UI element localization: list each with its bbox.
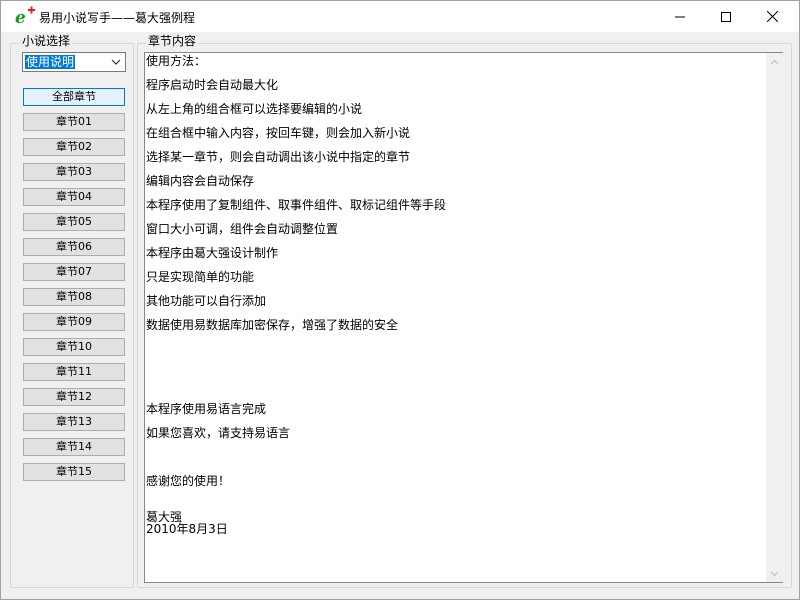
scroll-down-button[interactable] xyxy=(766,565,783,582)
content-line: 在组合框中输入内容，按回车键，则会加入新小说 xyxy=(146,126,411,140)
content-line: 只是实现简单的功能 xyxy=(146,270,255,284)
chapter-button[interactable]: 章节11 xyxy=(23,363,125,381)
novel-select-label: 小说选择 xyxy=(20,34,73,48)
chapter-button[interactable]: 章节14 xyxy=(23,438,125,456)
content-line: 编辑内容会自动保存 xyxy=(146,174,255,188)
maximize-button[interactable] xyxy=(703,1,749,32)
title-bar[interactable]: e 易用小说写手——葛大强例程 xyxy=(1,1,799,32)
scroll-up-button[interactable] xyxy=(766,53,783,70)
chapter-button[interactable]: 章节04 xyxy=(23,188,125,206)
minimize-icon xyxy=(675,16,685,17)
chapter-button[interactable]: 章节09 xyxy=(23,313,125,331)
content-line: 其他功能可以自行添加 xyxy=(146,294,267,308)
content-line: 本程序使用了复制组件、取事件组件、取标记组件等手段 xyxy=(146,198,447,212)
chapter-content-textarea[interactable]: 使用方法： 程序启动时会自动最大化 从左上角的组合框可以选择要编辑的小说 在组合… xyxy=(144,52,783,583)
chapter-button[interactable]: 章节13 xyxy=(23,413,125,431)
chapter-button[interactable]: 章节06 xyxy=(23,238,125,256)
chapter-content-label: 章节内容 xyxy=(146,34,199,48)
e-language-app-icon: e xyxy=(15,6,35,26)
chevron-down-icon xyxy=(770,571,779,576)
content-line: 感谢您的使用！ xyxy=(146,474,231,488)
content-line: 数据使用易数据库加密保存，增强了数据的安全 xyxy=(146,318,399,332)
close-button[interactable] xyxy=(749,1,795,32)
svg-text:e: e xyxy=(15,8,26,26)
content-line: 本程序使用易语言完成 xyxy=(146,402,267,416)
content-line: 从左上角的组合框可以选择要编辑的小说 xyxy=(146,102,363,116)
chapter-button[interactable]: 章节10 xyxy=(23,338,125,356)
chapter-button[interactable]: 章节02 xyxy=(23,138,125,156)
chapter-button[interactable]: 章节12 xyxy=(23,388,125,406)
chapter-text[interactable]: 使用方法： 程序启动时会自动最大化 从左上角的组合框可以选择要编辑的小说 在组合… xyxy=(146,53,764,582)
chapter-button[interactable]: 章节07 xyxy=(23,263,125,281)
app-window: e 易用小说写手——葛大强例程 小说选择 章节内容 使用说明 全部章节 章节01… xyxy=(0,0,800,600)
chapter-button[interactable]: 章节03 xyxy=(23,163,125,181)
all-chapters-button[interactable]: 全部章节 xyxy=(23,88,125,106)
chevron-up-icon xyxy=(770,59,779,64)
content-line: 2010年8月3日 xyxy=(146,522,228,536)
content-line: 选择某一章节，则会自动调出该小说中指定的章节 xyxy=(146,150,411,164)
close-icon xyxy=(766,11,778,22)
chevron-down-icon[interactable] xyxy=(110,57,122,67)
chapter-button[interactable]: 章节01 xyxy=(23,113,125,131)
client-area: 小说选择 章节内容 使用说明 全部章节 章节01 章节02 章节03 章节04 … xyxy=(1,32,799,599)
vertical-scrollbar[interactable] xyxy=(766,53,783,582)
maximize-icon xyxy=(721,11,731,22)
novel-combobox-value[interactable]: 使用说明 xyxy=(25,55,76,69)
chapter-button[interactable]: 章节15 xyxy=(23,463,125,481)
novel-combobox[interactable]: 使用说明 xyxy=(22,52,126,72)
content-line: 窗口大小可调，组件会自动调整位置 xyxy=(146,222,339,236)
content-line: 本程序由葛大强设计制作 xyxy=(146,246,279,260)
chapter-button[interactable]: 章节08 xyxy=(23,288,125,306)
chapter-button[interactable]: 章节05 xyxy=(23,213,125,231)
content-line: 使用方法： xyxy=(146,54,207,68)
content-line: 如果您喜欢，请支持易语言 xyxy=(146,426,291,440)
content-line: 程序启动时会自动最大化 xyxy=(146,78,279,92)
minimize-button[interactable] xyxy=(657,1,703,32)
window-title: 易用小说写手——葛大强例程 xyxy=(39,11,196,25)
